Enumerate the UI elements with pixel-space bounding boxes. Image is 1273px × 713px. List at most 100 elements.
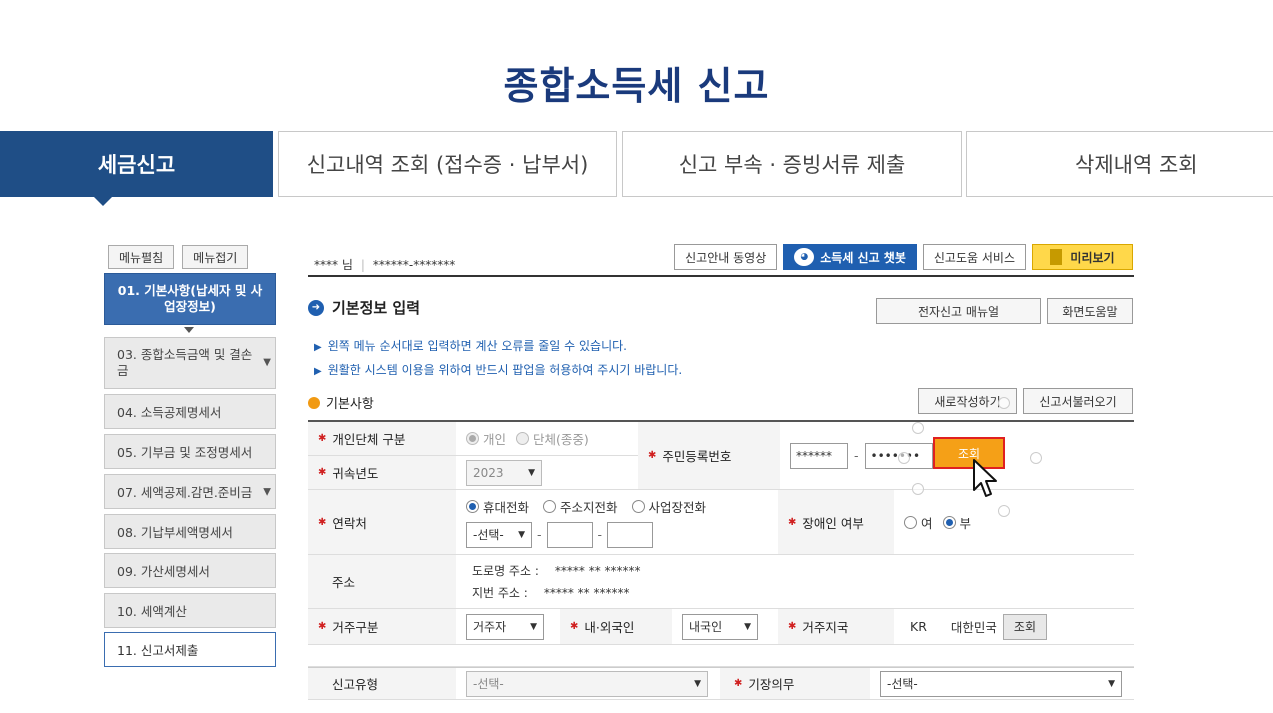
top-button-group: 신고안내 동영상 ◕ 소득세 신고 챗봇 신고도움 서비스 미리보기 (674, 244, 1133, 270)
bullet-icon (308, 396, 320, 409)
sidebar-item-income[interactable]: 03. 종합소득금액 및 결손금 ▼ (104, 337, 276, 389)
guide-video-button[interactable]: 신고안내 동영상 (674, 244, 778, 270)
help-service-button[interactable]: 신고도움 서비스 (922, 244, 1026, 270)
year-select[interactable]: 2023 ▼ (466, 459, 542, 486)
label-text: 내·외국인 (584, 620, 635, 635)
radio-business-phone[interactable]: 사업장전화 (631, 497, 707, 516)
radio-group[interactable]: 단체(종중) (516, 429, 589, 448)
tab-tax-report[interactable]: 세금신고 (0, 131, 273, 206)
user-id: ******-******* (372, 258, 456, 272)
chevron-down-icon: ▼ (518, 529, 525, 540)
radio-mobile[interactable]: 휴대전화 (466, 497, 529, 516)
menu-expand-button[interactable]: 메뉴펼침 (108, 245, 175, 269)
chatbot-button[interactable]: ◕ 소득세 신고 챗봇 (783, 244, 917, 270)
tab-label: 신고 부속 · 증빙서류 제출 (678, 153, 906, 177)
tab-attachment-submit[interactable]: 신고 부속 · 증빙서류 제출 (622, 131, 962, 197)
chevron-down-icon: ▼ (530, 621, 537, 632)
phone-middle-input[interactable] (546, 521, 593, 548)
label-text: 주소 (332, 575, 356, 590)
sidebar-item-label: 03. 종합소득금액 및 결손금 (117, 347, 253, 378)
report-type-value: -선택- ▼ (456, 667, 720, 700)
load-form-button[interactable]: 신고서불러오기 (1023, 388, 1133, 414)
radio-icon (631, 499, 645, 513)
click-ring (998, 505, 1010, 517)
chatbot-icon: ◕ (794, 248, 815, 266)
click-ring (912, 483, 924, 495)
label-text: 개인단체 구분 (332, 432, 406, 447)
sidebar-item-label: 04. 소득공제명세서 (117, 405, 222, 420)
rrn-label: ✱ 주민등록번호 (638, 422, 780, 490)
lot-address-value: ***** ** ****** (543, 586, 630, 600)
notice-text: 원활한 시스템 이용을 위하여 반드시 팝업을 허용하여 주시기 바랍니다. (327, 363, 683, 377)
phone-last-input[interactable] (607, 521, 654, 548)
chevron-down-icon: ▼ (694, 678, 701, 689)
radio-individual[interactable]: 개인 (466, 429, 506, 448)
down-arrow-icon (184, 327, 194, 333)
bookkeeping-select[interactable]: -선택- ▼ (880, 670, 1122, 697)
active-tab-pointer (93, 196, 113, 206)
disabled-value: 여 부 (894, 490, 1134, 555)
radio-icon (904, 515, 917, 529)
select-value: 2023 (473, 465, 504, 480)
lot-address-label: 지번 주소 : (472, 586, 528, 600)
radio-disabled-no[interactable]: 부 (942, 513, 971, 532)
nationality-select[interactable]: 내국인 ▼ (682, 613, 758, 640)
tab-label: 세금신고 (97, 153, 176, 177)
required-icon: ✱ (570, 621, 579, 632)
label-text: 거주구분 (332, 620, 379, 635)
sidebar-item-label: 01. 기본사항(납세자 및 사업장정보) (117, 283, 263, 314)
radio-icon (942, 515, 956, 529)
country-search-button[interactable]: 조회 (1002, 613, 1047, 640)
label-text: 장애인 여부 (802, 515, 864, 531)
sidebar-item-deduction[interactable]: 04. 소득공제명세서 (104, 394, 276, 429)
sidebar-item-submit[interactable]: 11. 신고서제출 (104, 632, 276, 667)
notice-item: ▶ 왼쪽 메뉴 순서대로 입력하면 계산 오류를 줄일 수 있습니다. (314, 337, 627, 354)
sidebar-item-tax-credit[interactable]: 07. 세액공제.감면.준비금 ▼ (104, 474, 276, 509)
radio-disabled-yes[interactable]: 여 (904, 513, 933, 532)
required-icon: ✱ (788, 516, 797, 528)
sidebar-item-tax-calc[interactable]: 10. 세액계산 (104, 593, 276, 628)
click-ring (998, 397, 1010, 409)
preview-button[interactable]: 미리보기 (1032, 244, 1133, 270)
sidebar-item-penalty-tax[interactable]: 09. 가산세명세서 (104, 553, 276, 588)
dash-text: - (537, 527, 542, 542)
radio-home-phone[interactable]: 주소지전화 (543, 497, 618, 516)
e-filing-manual-button[interactable]: 전자신고 매뉴얼 (876, 298, 1041, 324)
sidebar-item-prepaid-tax[interactable]: 08. 기납부세액명세서 (104, 514, 276, 549)
user-info: **** 님 | ******-******* (314, 256, 455, 273)
residence-country-value: KR 대한민국 조회 (894, 609, 1134, 645)
preview-label: 미리보기 (1070, 250, 1115, 265)
sidebar-item-basic-info[interactable]: 01. 기본사항(납세자 및 사업장정보) (104, 273, 276, 325)
radio-icon (543, 499, 556, 513)
rrn-front-input[interactable]: ****** (790, 442, 848, 469)
tab-deleted-history[interactable]: 삭제내역 조회 (966, 131, 1273, 197)
phone-prefix-select[interactable]: -선택- ▼ (466, 521, 532, 548)
select-value: 거주자 (473, 620, 507, 634)
divider: | (360, 258, 365, 272)
label-text: 기장의무 (748, 677, 795, 692)
mouse-pointer-icon (973, 459, 997, 497)
dash-text: - (854, 448, 859, 463)
menu-collapse-button[interactable]: 메뉴접기 (182, 245, 249, 269)
required-icon: ✱ (648, 450, 657, 461)
sidebar-item-label: 10. 세액계산 (117, 604, 187, 619)
report-type-select[interactable]: -선택- ▼ (466, 670, 708, 697)
tab-report-history[interactable]: 신고내역 조회 (접수증 · 납부서) (278, 131, 617, 197)
basic-info-title: 기본사항 (308, 393, 374, 412)
radio-icon (516, 432, 530, 445)
radio-label: 사업장전화 (648, 499, 707, 515)
radio-label: 여 (921, 515, 933, 531)
chatbot-label: 소득세 신고 챗봇 (820, 250, 906, 265)
section-button-group: 전자신고 매뉴얼 화면도움말 (876, 298, 1133, 324)
select-value: -선택- (473, 677, 504, 691)
year-value: 2023 ▼ (456, 456, 638, 490)
screen-help-button[interactable]: 화면도움말 (1047, 298, 1133, 324)
year-label: ✱ 귀속년도 (308, 456, 456, 490)
select-value: 내국인 (689, 620, 723, 634)
country-code: KR (910, 619, 927, 634)
section-title-text: 기본정보 입력 (332, 299, 421, 317)
dash-text: - (597, 527, 603, 542)
sidebar-item-donation[interactable]: 05. 기부금 및 조정명세서 (104, 434, 276, 469)
residence-type-select[interactable]: 거주자 ▼ (466, 613, 544, 640)
notice-text: 왼쪽 메뉴 순서대로 입력하면 계산 오류를 줄일 수 있습니다. (327, 339, 627, 353)
